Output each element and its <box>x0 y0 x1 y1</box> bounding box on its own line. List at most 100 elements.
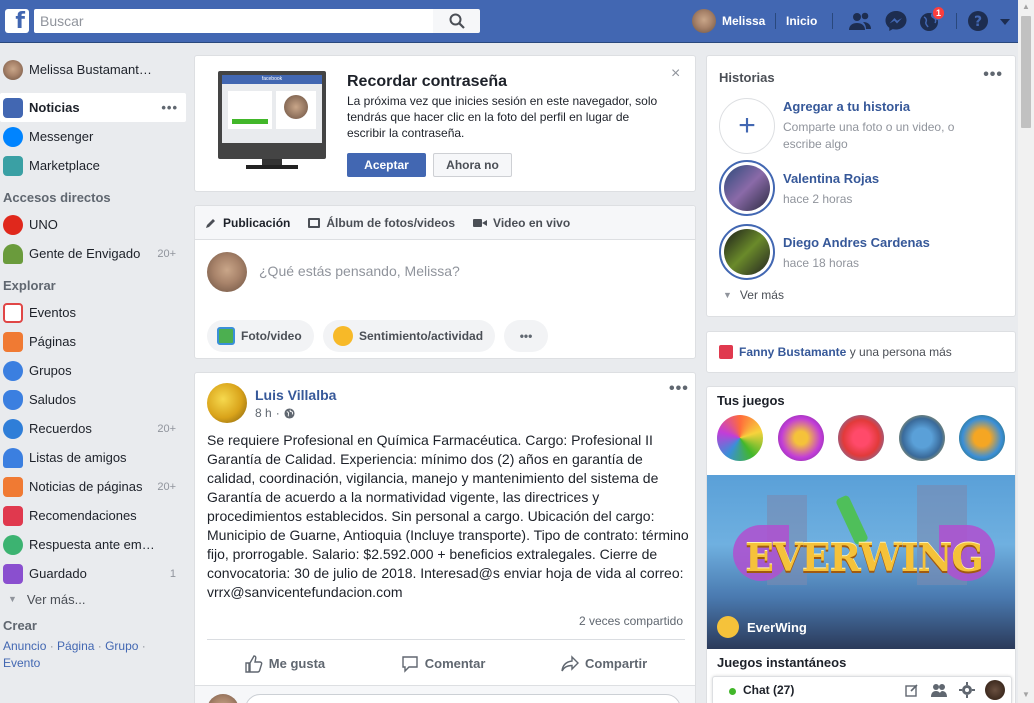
sidebar-item-pokes[interactable]: Saludos <box>0 385 186 414</box>
story-time: hace 18 horas <box>783 256 860 270</box>
chevron-down-icon: ▼ <box>723 290 732 300</box>
create-page-link[interactable]: Página <box>57 639 94 653</box>
caret-down-icon[interactable] <box>998 10 1012 32</box>
add-story-title[interactable]: Agregar a tu historia <box>783 99 910 114</box>
create-event-link[interactable]: Evento <box>3 656 40 670</box>
instant-games-title: Juegos instantáneos <box>717 655 847 670</box>
sidebar-item-pages[interactable]: Páginas <box>0 327 186 356</box>
computer-illustration: facebook <box>218 71 326 169</box>
more-options-button[interactable]: ••• <box>504 320 548 352</box>
share-count[interactable]: 2 veces compartido <box>579 614 683 628</box>
sidebar-item-memories[interactable]: Recuerdos 20+ <box>0 414 186 443</box>
story-thumbnail[interactable] <box>719 160 775 216</box>
post-text: Se requiere Profesional en Química Farma… <box>207 432 689 600</box>
friend-requests-icon[interactable] <box>848 10 872 32</box>
messenger-icon[interactable] <box>884 10 908 32</box>
profile-link[interactable]: Melissa <box>692 9 765 33</box>
help-icon[interactable]: ? <box>966 10 990 32</box>
sidebar-profile[interactable]: Melissa Bustamant… <box>0 55 186 84</box>
search-button[interactable] <box>433 9 480 33</box>
photo-video-button[interactable]: Foto/video <box>207 320 314 352</box>
tab-album[interactable]: Álbum de fotos/videos <box>308 216 455 230</box>
compose-icon[interactable] <box>905 683 919 697</box>
online-status-icon <box>729 688 736 695</box>
create-ad-link[interactable]: Anuncio <box>3 639 46 653</box>
sidebar-item-label: Listas de amigos <box>29 450 127 465</box>
sidebar-item-friend-lists[interactable]: Listas de amigos <box>0 443 186 472</box>
more-options-icon[interactable]: ••• <box>161 100 178 115</box>
birthday-rest: y una persona más <box>849 345 952 359</box>
comment-input[interactable] <box>245 694 681 703</box>
flag-icon <box>3 331 23 352</box>
card-description: La próxima vez que inicies sesión en est… <box>347 94 658 140</box>
sidebar-item-recommendations[interactable]: Recomendaciones <box>0 501 186 530</box>
monitor-base <box>246 165 298 169</box>
sidebar-item-marketplace[interactable]: Marketplace <box>0 151 186 180</box>
avatar[interactable] <box>985 680 1005 700</box>
not-now-button[interactable]: Ahora no <box>433 153 512 177</box>
game-icon[interactable] <box>959 415 1005 461</box>
create-group-link[interactable]: Grupo <box>105 639 138 653</box>
search-input[interactable] <box>34 9 433 33</box>
sidebar-item-pages-feed[interactable]: Noticias de páginas 20+ <box>0 472 186 501</box>
sidebar-item-messenger[interactable]: Messenger <box>0 122 186 151</box>
scrollbar-thumb[interactable] <box>1021 16 1031 128</box>
new-group-icon[interactable] <box>931 683 947 697</box>
story-author[interactable]: Diego Andres Cardenas <box>783 235 930 250</box>
game-name: EverWing <box>747 620 807 635</box>
birthday-name[interactable]: Fanny Bustamante <box>739 345 846 359</box>
share-button[interactable]: Compartir <box>561 654 647 673</box>
close-icon[interactable]: × <box>671 65 680 83</box>
tab-publicacion[interactable]: Publicación <box>205 216 290 230</box>
story-author[interactable]: Valentina Rojas <box>783 171 879 186</box>
birthday-card[interactable]: Fanny Bustamante y una persona más <box>706 331 1016 373</box>
see-more-link[interactable]: ▼ Ver más... <box>0 588 186 610</box>
feeling-activity-button[interactable]: Sentimiento/actividad <box>323 320 496 352</box>
sidebar-item-groups[interactable]: Grupos <box>0 356 186 385</box>
game-icon[interactable] <box>717 415 763 461</box>
svg-text:?: ? <box>974 14 982 30</box>
post-timestamp[interactable]: 8 h <box>255 406 272 420</box>
scroll-down-arrow[interactable]: ▼ <box>1021 690 1031 702</box>
home-link[interactable]: Inicio <box>786 14 817 28</box>
smiley-icon <box>333 326 353 346</box>
status-input[interactable]: ¿Qué estás pensando, Melissa? <box>259 263 460 279</box>
game-icon[interactable] <box>778 415 824 461</box>
button-label: Comentar <box>424 656 486 671</box>
post-author[interactable]: Luis Villalba <box>255 387 336 403</box>
scroll-up-arrow[interactable]: ▲ <box>1021 2 1031 14</box>
sidebar-item-crisis-response[interactable]: Respuesta ante em… <box>0 530 186 559</box>
avatar[interactable] <box>207 383 247 423</box>
sidebar-item-label: UNO <box>29 217 58 232</box>
sidebar-item-label: Saludos <box>29 392 76 407</box>
comment-button[interactable]: Comentar <box>401 655 486 673</box>
tab-live-video[interactable]: Video en vivo <box>473 216 570 230</box>
sidebar-item-saved[interactable]: Guardado 1 <box>0 559 186 588</box>
chat-bar[interactable]: Chat (27) <box>712 676 1012 703</box>
game-icon[interactable] <box>899 415 945 461</box>
add-story-button[interactable]: + <box>719 98 775 154</box>
story-thumbnail[interactable] <box>719 224 775 280</box>
more-options-icon[interactable]: ••• <box>983 66 1003 84</box>
accept-button[interactable]: Aceptar <box>347 153 426 177</box>
sidebar-item-label: Messenger <box>29 129 94 144</box>
sidebar-item-gente-de-envigado[interactable]: Gente de Envigado 20+ <box>0 239 186 268</box>
everwing-banner[interactable]: EVERWING EverWing <box>707 475 1015 649</box>
sidebar-item-events[interactable]: Eventos <box>0 298 186 327</box>
sidebar-item-label: Recomendaciones <box>29 508 137 523</box>
see-more-stories-link[interactable]: ▼ Ver más <box>723 288 784 302</box>
like-button[interactable]: Me gusta <box>245 654 326 673</box>
tab-label: Publicación <box>223 215 291 230</box>
chat-label: Chat (27) <box>743 683 795 697</box>
gear-icon[interactable] <box>959 682 975 698</box>
post-options-icon[interactable]: ••• <box>669 380 689 398</box>
sidebar-item-label: Grupos <box>29 363 72 378</box>
divider <box>956 13 957 29</box>
sidebar-item-uno[interactable]: UNO <box>0 210 186 239</box>
button-label: Me gusta <box>268 656 326 671</box>
post-actions: Me gusta Comentar Compartir <box>207 639 685 687</box>
gift-icon <box>719 345 733 359</box>
sidebar-item-news-feed[interactable]: Noticias ••• <box>0 93 186 122</box>
facebook-logo[interactable]: f <box>5 9 29 33</box>
candy-crush-icon[interactable] <box>838 415 884 461</box>
